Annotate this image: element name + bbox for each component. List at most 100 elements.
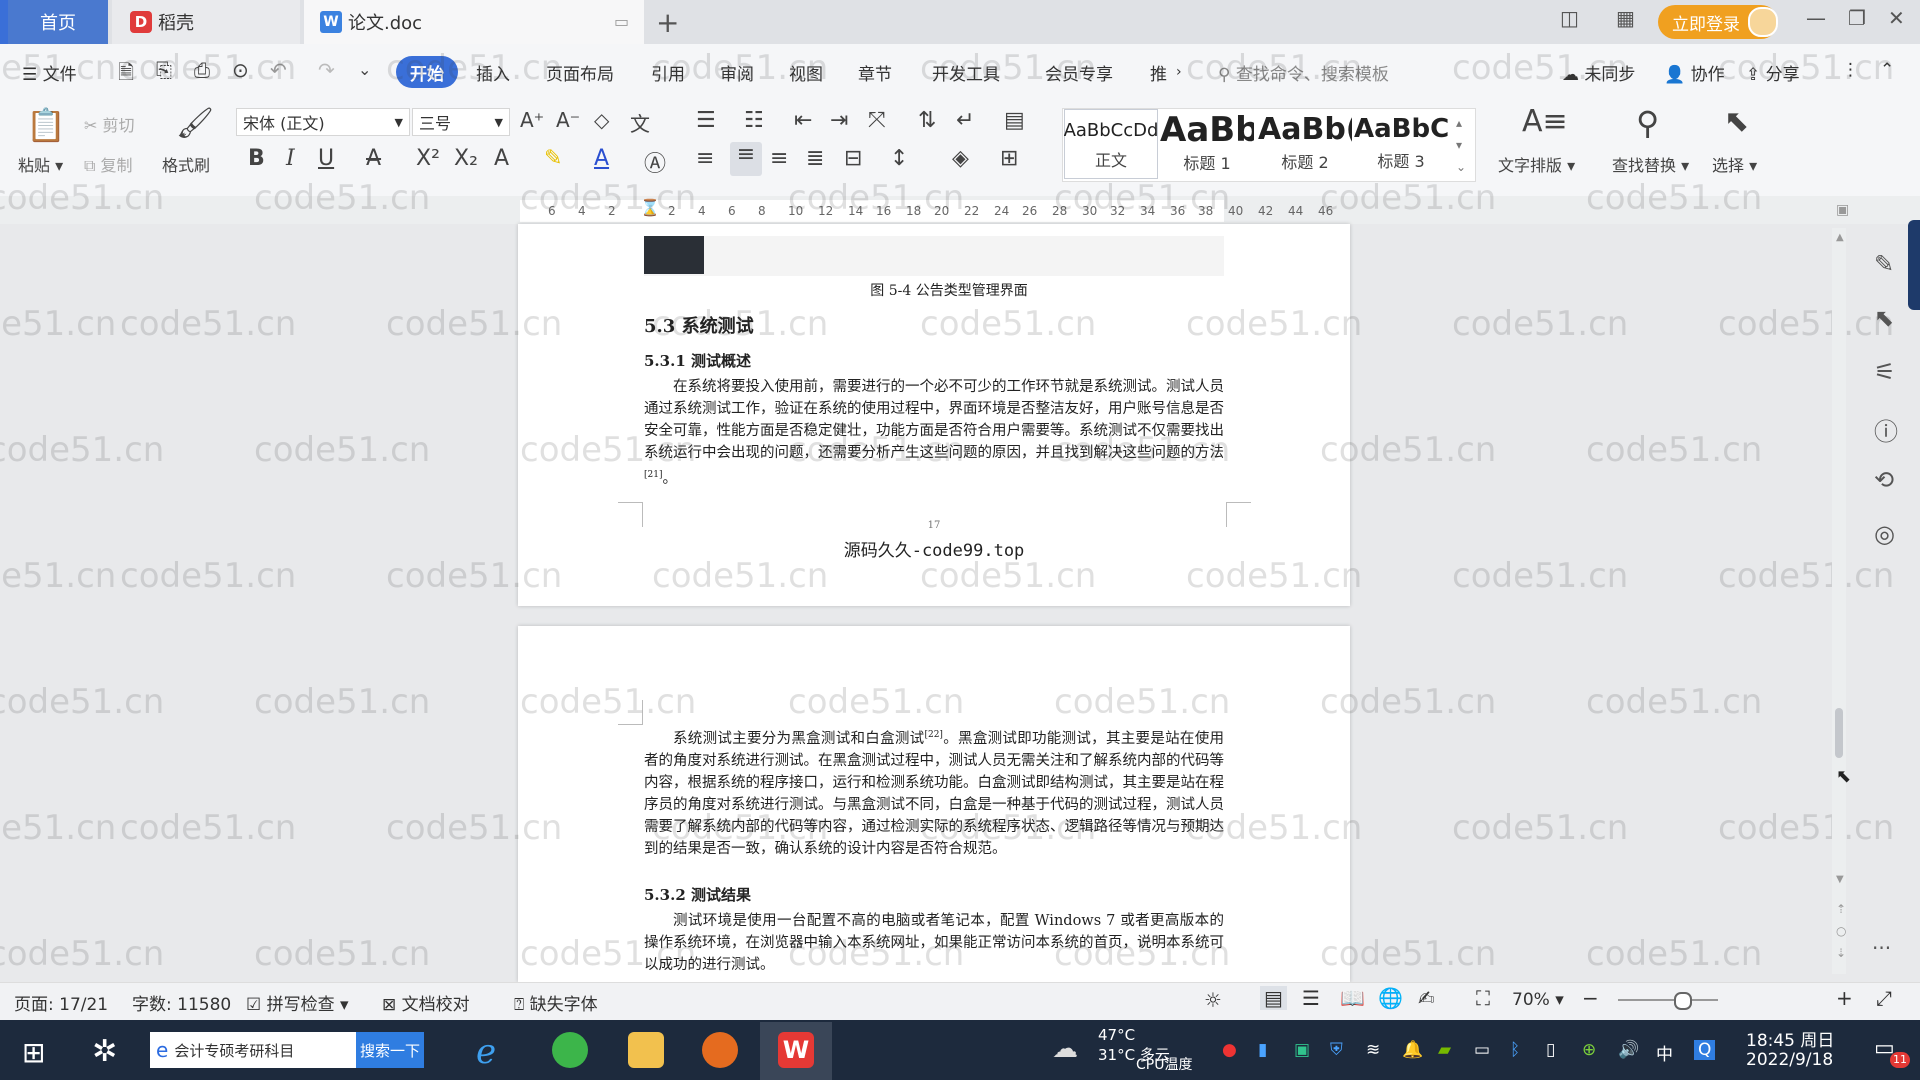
char-border-icon[interactable]: Ⓐ <box>644 146 666 178</box>
volume-icon[interactable]: 🔊 <box>1618 1040 1639 1060</box>
tab-docer[interactable]: D 稻壳 <box>112 0 300 44</box>
align-left-icon[interactable]: ≡ <box>696 146 714 171</box>
align-center-icon[interactable]: ≡ <box>730 142 762 176</box>
style-normal[interactable]: AaBbCcDd 正文 <box>1064 109 1158 179</box>
tab-recommend[interactable]: 推 <box>1150 60 1167 85</box>
close-icon[interactable]: ✕ <box>1888 6 1905 30</box>
usb-drive-icon[interactable]: ▭ <box>1474 1040 1490 1060</box>
new-tab-button[interactable]: + <box>656 6 679 39</box>
vertical-scrollbar[interactable] <box>1832 228 1846 974</box>
side-panel-handle[interactable] <box>1908 220 1920 310</box>
taskbar-search-button[interactable]: 搜索一下 <box>356 1032 424 1068</box>
justify-icon[interactable]: ≣ <box>806 146 824 171</box>
find-replace-button[interactable]: 查找替换 ▾ <box>1612 152 1689 176</box>
missing-font-button[interactable]: ⍰ 缺失字体 <box>514 990 598 1015</box>
notification-bell-icon[interactable]: 🔔 <box>1402 1040 1423 1060</box>
shrink-font-icon[interactable]: A⁻ <box>556 108 580 132</box>
distributed-icon[interactable]: ⊟ <box>844 146 862 171</box>
ie-browser-icon[interactable]: ℯ <box>476 1032 512 1072</box>
select-button[interactable]: 选择 ▾ <box>1712 152 1757 176</box>
proofread-button[interactable]: ⊠ 文档校对 <box>382 990 470 1015</box>
fullscreen-icon[interactable]: ⤢ <box>1876 986 1892 1010</box>
tab-monitor-icon[interactable]: ▭ <box>614 12 629 31</box>
apps-grid-icon[interactable]: ▦ <box>1616 6 1635 30</box>
ime-app-icon[interactable]: Q <box>1694 1040 1716 1060</box>
tab-chapter[interactable]: 章节 <box>858 60 892 85</box>
eye-protect-icon[interactable]: ☼ <box>1204 988 1222 1012</box>
zoom-select[interactable]: 70% ▾ <box>1512 990 1564 1010</box>
clock-time[interactable]: 18:45 周日 <box>1746 1026 1834 1051</box>
scrollbar-thumb[interactable] <box>1835 708 1843 758</box>
superscript-icon[interactable]: X² <box>416 146 440 171</box>
fit-page-icon[interactable]: ⛶ <box>1476 986 1490 1010</box>
more-tabs-chevron-icon[interactable]: › <box>1176 64 1182 80</box>
numbering-icon[interactable]: ☷ <box>744 108 764 133</box>
borders-icon[interactable]: ⊞ <box>1000 146 1018 171</box>
zoom-slider-knob[interactable] <box>1674 992 1692 1010</box>
grow-font-icon[interactable]: A⁺ <box>520 108 544 132</box>
browser-360-icon[interactable] <box>552 1032 588 1068</box>
line-spacing-icon[interactable]: ↕ <box>890 146 908 171</box>
restore-icon[interactable]: ❐ <box>1848 6 1866 30</box>
strikethrough-icon[interactable]: A <box>366 146 381 171</box>
clock-date[interactable]: 2022/9/18 <box>1746 1050 1833 1070</box>
collab-button[interactable]: 👤 协作 <box>1664 60 1725 85</box>
page-indicator[interactable]: 页面: 17/21 <box>14 990 108 1015</box>
tray-app-icon-1[interactable]: ● <box>1222 1040 1237 1060</box>
style-heading-1[interactable]: AaBb 标题 1 <box>1160 110 1254 174</box>
file-explorer-icon[interactable] <box>628 1032 664 1068</box>
cursor-icon[interactable]: ⬉ <box>1874 304 1894 332</box>
tab-home[interactable]: 首页 <box>8 0 108 44</box>
customize-chevron-icon[interactable]: ⌄ <box>358 60 371 79</box>
sort-icon[interactable]: ⇅ <box>918 108 936 133</box>
text-layout-button[interactable]: 文字排版 ▾ <box>1498 152 1575 176</box>
table-icon[interactable]: ▤ <box>1004 108 1025 133</box>
ime-indicator[interactable]: 中 <box>1656 1040 1673 1065</box>
decrease-indent-icon[interactable]: ⇤ <box>794 108 812 133</box>
outline-view-icon[interactable]: ☰ <box>1302 986 1320 1010</box>
style-heading-2[interactable]: AaBb( 标题 2 <box>1258 110 1352 173</box>
tray-plus-icon[interactable]: ⊕ <box>1582 1040 1596 1060</box>
bullets-icon[interactable]: ☰ <box>696 108 716 133</box>
chinese-layout-icon[interactable]: ⤧ <box>868 108 886 133</box>
format-painter-icon[interactable]: 🖌 <box>176 106 214 141</box>
tray-app-icon-3[interactable]: ▣ <box>1294 1040 1310 1060</box>
pinwheel-app-icon[interactable]: ✲ <box>92 1034 117 1069</box>
settings-sliders-icon[interactable]: ⚟ <box>1874 358 1896 386</box>
scroll-up-icon[interactable]: ▲ <box>1836 232 1844 243</box>
minimize-icon[interactable]: — <box>1806 6 1826 30</box>
reading-view-icon[interactable]: 📖 <box>1340 986 1365 1010</box>
taskbar-search-box[interactable]: e 会计专硕考研科目 <box>150 1032 356 1068</box>
spell-check-button[interactable]: ☑ 拼写检查 ▾ <box>246 990 349 1015</box>
shading-icon[interactable]: ◈ <box>952 146 969 171</box>
backup-icon[interactable]: ⟲ <box>1874 466 1894 494</box>
zoom-out-icon[interactable]: − <box>1582 986 1599 1010</box>
zoom-in-icon[interactable]: + <box>1836 986 1853 1010</box>
tray-app-icon-2[interactable]: ▮ <box>1258 1040 1267 1060</box>
copy-button[interactable]: ⧉ 复制 <box>84 152 133 176</box>
subscript-icon[interactable]: X₂ <box>454 146 478 171</box>
redo-icon[interactable]: ↷ <box>318 58 335 82</box>
highlight-icon[interactable]: ✎ <box>544 146 562 171</box>
battery-icon[interactable]: ▯ <box>1546 1040 1555 1060</box>
bold-icon[interactable]: B <box>248 146 265 171</box>
pen-icon[interactable]: ✎ <box>1874 250 1894 278</box>
paste-icon[interactable]: 📋 <box>26 106 66 144</box>
phonetic-guide-icon[interactable]: 文 <box>630 108 650 137</box>
cut-button[interactable]: ✂ 剪切 <box>84 112 135 136</box>
shield-icon[interactable]: ⛨ <box>1330 1040 1343 1060</box>
layout-icon[interactable]: ◫ <box>1560 6 1579 30</box>
align-right-icon[interactable]: ≡ <box>770 146 788 171</box>
italic-icon[interactable]: I <box>286 146 295 171</box>
ruler-toggle-icon[interactable]: ▣ <box>1836 202 1849 218</box>
compass-icon[interactable]: ◎ <box>1874 520 1895 548</box>
text-layout-icon[interactable]: A≡ <box>1522 104 1568 139</box>
style-heading-3[interactable]: AaBbC 标题 3 <box>1354 110 1448 172</box>
wps-icon[interactable]: W <box>778 1032 814 1068</box>
windows-start-icon[interactable]: ⊞ <box>22 1036 45 1069</box>
help-icon[interactable]: ⓘ <box>1874 412 1898 447</box>
increase-indent-icon[interactable]: ⇥ <box>830 108 848 133</box>
font-color-icon[interactable]: A <box>594 146 609 171</box>
scroll-down-icon[interactable]: ▼ <box>1836 874 1844 885</box>
text-effect-icon[interactable]: A <box>494 146 509 171</box>
